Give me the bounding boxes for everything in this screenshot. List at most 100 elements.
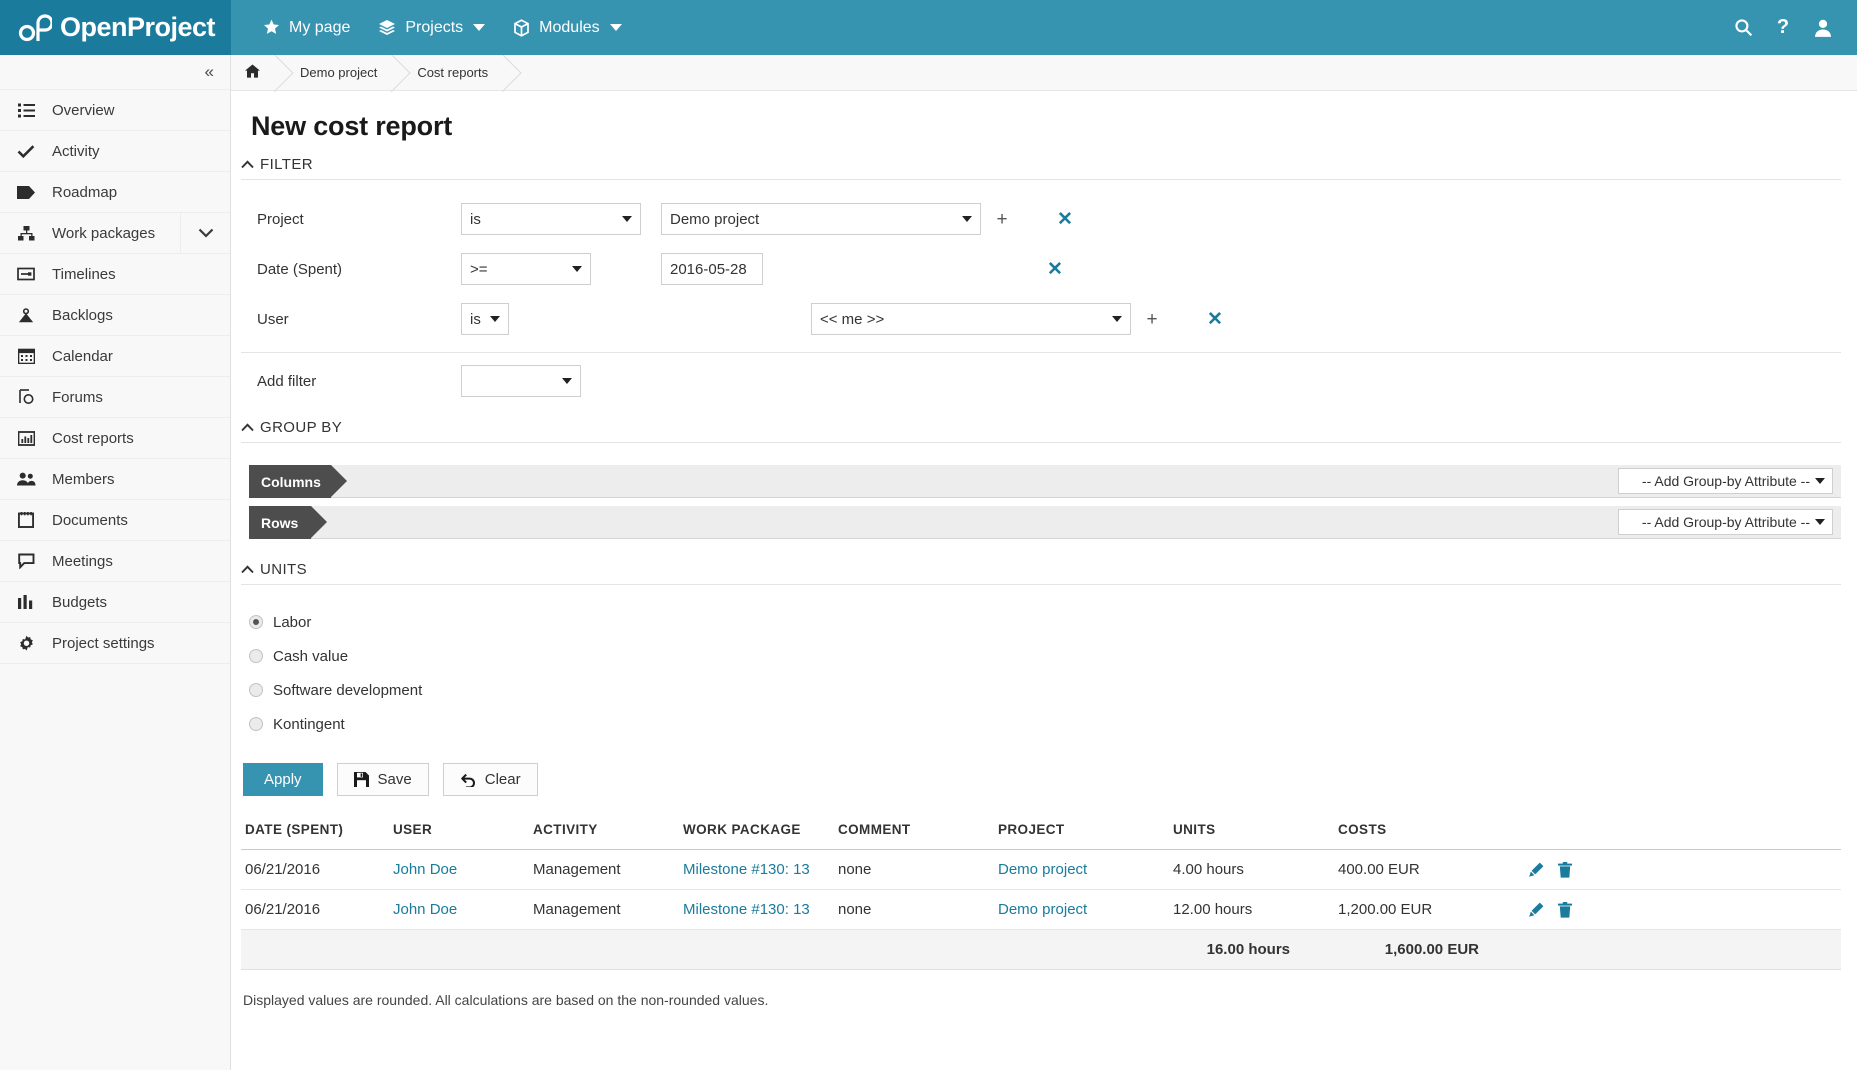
budget-icon xyxy=(0,595,52,609)
sidebar-item-forums[interactable]: Forums xyxy=(0,377,230,418)
sidebar-item-budgets[interactable]: Budgets xyxy=(0,582,230,623)
search-icon[interactable] xyxy=(1723,0,1763,55)
breadcrumb-item-demo-project[interactable]: Demo project xyxy=(278,55,395,90)
sidebar-item-project-settings[interactable]: Project settings xyxy=(0,623,230,664)
user-link[interactable]: John Doe xyxy=(393,861,457,878)
units-section-divider xyxy=(241,584,1841,585)
filter-section-toggle[interactable]: FILTER xyxy=(241,156,1841,173)
sidebar-expand-work-packages[interactable] xyxy=(180,213,230,253)
unit-option-software-development[interactable]: Software development xyxy=(249,673,1841,707)
breadcrumb-item-cost-reports[interactable]: Cost reports xyxy=(395,55,506,90)
col-header-units: UNITS xyxy=(1169,816,1334,850)
sidebar-item-roadmap[interactable]: Roadmap xyxy=(0,172,230,213)
user-avatar-icon[interactable] xyxy=(1803,0,1843,55)
filter-operator-date-spent[interactable]: >= xyxy=(461,253,591,285)
sidebar-item-calendar[interactable]: Calendar xyxy=(0,336,230,377)
sidebar-collapse-button[interactable]: « xyxy=(0,55,230,90)
total-spacer-2 xyxy=(389,929,529,970)
groupby-dropzone-rows[interactable]: -- Add Group-by Attribute -- xyxy=(311,506,1841,539)
filter-label-user: User xyxy=(257,310,289,328)
unit-option-cash-value[interactable]: Cash value xyxy=(249,639,1841,673)
sidebar-item-backlogs[interactable]: Backlogs xyxy=(0,295,230,336)
top-nav-modules[interactable]: Modules xyxy=(499,0,635,55)
filter-operator-project-value: is xyxy=(470,210,481,228)
app-root: OpenProject My page Projects Modules ? «… xyxy=(0,0,1857,1070)
sidebar-item-timelines[interactable]: Timelines xyxy=(0,254,230,295)
sidebar-item-members[interactable]: Members xyxy=(0,459,230,500)
radio-software-development[interactable] xyxy=(249,683,263,697)
unit-option-kontingent[interactable]: Kontingent xyxy=(249,707,1841,741)
filter-add-value-project-button[interactable]: + xyxy=(989,210,1015,229)
col-header-date-spent: DATE (SPENT) xyxy=(241,816,389,850)
rounding-note: Displayed values are rounded. All calcul… xyxy=(243,992,769,1008)
document-icon xyxy=(0,512,52,528)
filter-remove-project-button[interactable]: ✕ xyxy=(1057,210,1073,229)
work-package-link[interactable]: Milestone #130: 13 xyxy=(683,861,810,878)
units-section-toggle[interactable]: UNITS xyxy=(241,561,1841,578)
project-link[interactable]: Demo project xyxy=(998,861,1087,878)
undo-icon xyxy=(460,773,476,787)
pencil-icon[interactable] xyxy=(1528,902,1544,918)
filter-rows: Project is Demo project + ✕ Date (Spent)… xyxy=(241,194,1841,409)
top-nav-projects[interactable]: Projects xyxy=(364,0,499,55)
sidebar-item-timelines-label: Timelines xyxy=(52,265,116,283)
help-icon[interactable]: ? xyxy=(1763,0,1803,55)
breadcrumb-item-label: Cost reports xyxy=(417,65,489,80)
sidebar-item-calendar-label: Calendar xyxy=(52,347,113,365)
radio-kontingent[interactable] xyxy=(249,717,263,731)
user-link[interactable]: John Doe xyxy=(393,901,457,918)
project-link[interactable]: Demo project xyxy=(998,901,1087,918)
filter-operator-user[interactable]: is xyxy=(461,303,509,335)
app-logo[interactable]: OpenProject xyxy=(0,0,231,55)
unit-option-cash-value-label: Cash value xyxy=(273,647,349,665)
filter-value-project[interactable]: Demo project xyxy=(661,203,981,235)
groupby-section-toggle[interactable]: GROUP BY xyxy=(241,419,1841,436)
top-nav-modules-label: Modules xyxy=(539,18,600,36)
radio-labor[interactable] xyxy=(249,615,263,629)
top-nav-my-page[interactable]: My page xyxy=(249,0,364,55)
main-content: Demo project Cost reports New cost repor… xyxy=(231,55,1857,1070)
unit-option-labor[interactable]: Labor xyxy=(249,605,1841,639)
sidebar-item-documents[interactable]: Documents xyxy=(0,500,230,541)
apply-button[interactable]: Apply xyxy=(243,763,323,796)
sidebar-item-meetings[interactable]: Meetings xyxy=(0,541,230,582)
groupby-select-rows[interactable]: -- Add Group-by Attribute -- xyxy=(1618,509,1833,535)
table-row: 06/21/2016 John Doe Management Milestone… xyxy=(241,849,1841,890)
filter-remove-user-button[interactable]: ✕ xyxy=(1207,310,1223,329)
filter-value-user[interactable]: << me >> xyxy=(811,303,1131,335)
cost-report-table: DATE (SPENT) USER ACTIVITY WORK PACKAGE … xyxy=(241,816,1841,970)
save-button[interactable]: Save xyxy=(336,763,429,796)
col-header-activity: ACTIVITY xyxy=(529,816,679,850)
radio-cash-value[interactable] xyxy=(249,649,263,663)
breadcrumb-home[interactable] xyxy=(231,55,278,90)
clear-button[interactable]: Clear xyxy=(442,763,538,796)
sidebar-item-activity[interactable]: Activity xyxy=(0,131,230,172)
pencil-icon[interactable] xyxy=(1528,862,1544,878)
sidebar-item-overview-label: Overview xyxy=(52,101,115,119)
groupby-dropzone-columns[interactable]: -- Add Group-by Attribute -- xyxy=(330,465,1841,498)
sidebar-item-cost-reports[interactable]: Cost reports xyxy=(0,418,230,459)
sidebar-item-work-packages[interactable]: Work packages xyxy=(0,213,230,254)
trash-icon[interactable] xyxy=(1558,901,1572,918)
total-spacer-3 xyxy=(529,929,679,970)
cell-costs: 400.00 EUR xyxy=(1334,849,1524,890)
top-nav-my-page-label: My page xyxy=(289,18,351,36)
col-header-user: USER xyxy=(389,816,529,850)
filter-add-value-user-button[interactable]: + xyxy=(1139,310,1165,329)
work-package-link[interactable]: Milestone #130: 13 xyxy=(683,901,810,918)
units-section-heading: UNITS xyxy=(260,561,307,578)
check-icon xyxy=(0,144,52,159)
filter-remove-date-spent-button[interactable]: ✕ xyxy=(1047,260,1063,279)
filter-value-date-spent-input[interactable]: 2016-05-28 xyxy=(661,253,763,285)
groupby-select-columns[interactable]: -- Add Group-by Attribute -- xyxy=(1618,468,1833,494)
cell-project: Demo project xyxy=(994,849,1169,890)
trash-icon[interactable] xyxy=(1558,861,1572,878)
filter-value-user-wrap: << me >> + ✕ xyxy=(811,303,1223,335)
sidebar-item-overview[interactable]: Overview xyxy=(0,90,230,131)
add-filter-select[interactable] xyxy=(461,365,581,397)
cube-icon xyxy=(513,18,530,37)
filter-operator-project[interactable]: is xyxy=(461,203,641,235)
total-spacer-7 xyxy=(1524,929,1841,970)
table-total-row: 16.00 hours 1,600.00 EUR xyxy=(241,929,1841,970)
total-units: 16.00 hours xyxy=(1169,929,1334,970)
